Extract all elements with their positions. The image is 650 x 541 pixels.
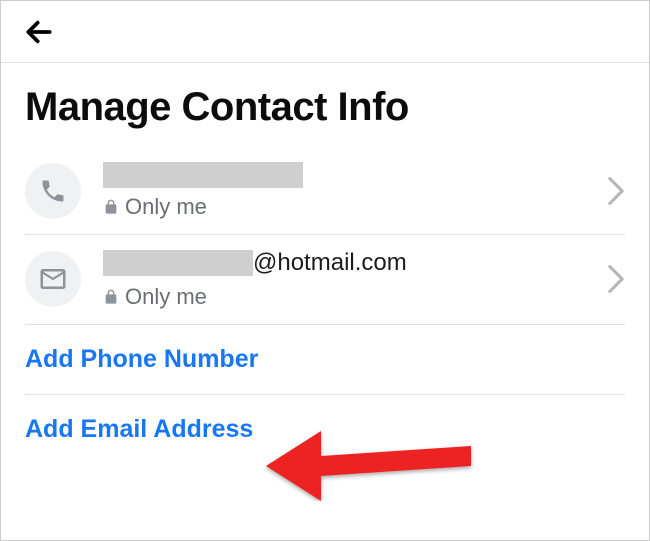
- chevron-right-icon: [607, 265, 625, 293]
- phone-privacy-text: Only me: [125, 194, 207, 220]
- add-email-link: Add Email Address: [25, 415, 253, 443]
- phone-content: Only me: [103, 162, 599, 220]
- phone-row[interactable]: Only me: [25, 148, 625, 235]
- back-arrow-icon: [23, 16, 55, 48]
- phone-privacy: Only me: [103, 194, 599, 220]
- envelope-icon: [38, 264, 68, 294]
- email-redacted: [103, 250, 253, 276]
- email-suffix: @hotmail.com: [253, 249, 407, 278]
- back-button[interactable]: [19, 12, 59, 52]
- add-phone-row[interactable]: Add Phone Number: [25, 325, 625, 395]
- page-title-wrap: Manage Contact Info: [1, 63, 649, 148]
- lock-icon: [103, 199, 119, 215]
- lock-icon: [103, 289, 119, 305]
- email-content: @hotmail.com Only me: [103, 249, 599, 310]
- phone-icon-circle: [25, 163, 81, 219]
- email-value: @hotmail.com: [103, 249, 599, 278]
- phone-redacted: [103, 162, 303, 188]
- add-phone-link: Add Phone Number: [25, 345, 258, 373]
- email-privacy: Only me: [103, 284, 599, 310]
- email-icon-circle: [25, 251, 81, 307]
- top-bar: [1, 1, 649, 63]
- contact-list: Only me @hotmail.com Only me: [1, 148, 649, 464]
- email-privacy-text: Only me: [125, 284, 207, 310]
- page-title: Manage Contact Info: [25, 85, 625, 130]
- phone-value: [103, 162, 599, 188]
- chevron-right-icon: [607, 177, 625, 205]
- phone-icon: [39, 177, 67, 205]
- add-email-row[interactable]: Add Email Address: [25, 395, 625, 464]
- email-row[interactable]: @hotmail.com Only me: [25, 235, 625, 325]
